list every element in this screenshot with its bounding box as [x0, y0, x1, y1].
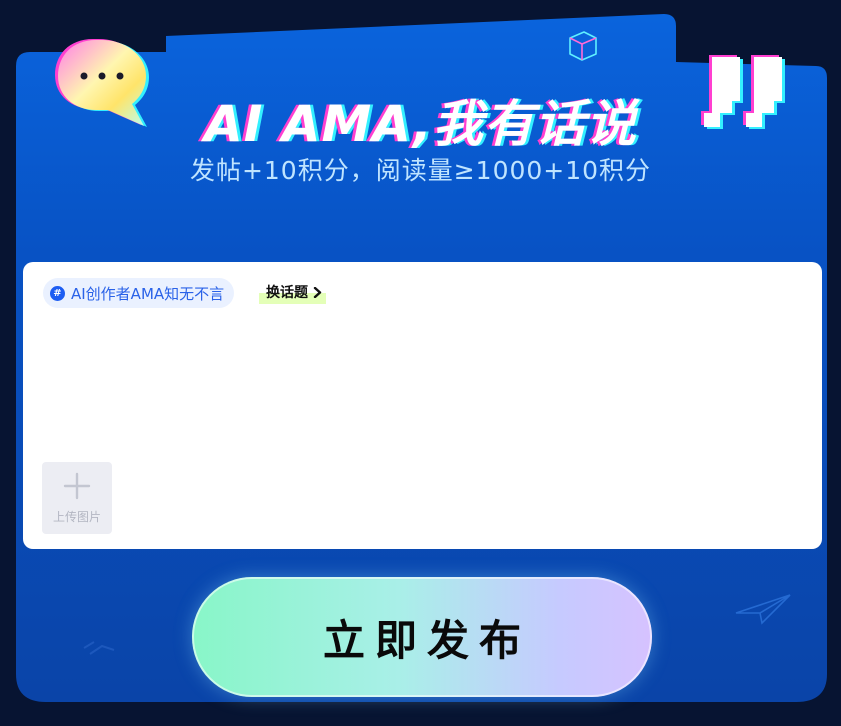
- chevron-right-icon: [313, 286, 322, 298]
- cube-icon: [569, 31, 597, 61]
- pixel-quote-icon: [701, 55, 785, 129]
- plus-icon: [63, 472, 91, 500]
- hashtag-icon: #: [50, 285, 65, 301]
- topic-label: AI创作者AMA知无不言: [71, 284, 225, 303]
- post-editor[interactable]: # AI创作者AMA知无不言 换话题 上传图片: [23, 262, 822, 549]
- switch-topic-button[interactable]: 换话题: [259, 280, 326, 304]
- sparkle-icon: [83, 641, 115, 655]
- switch-topic-label: 换话题: [266, 285, 308, 301]
- publish-button-label: 立即发布: [322, 616, 531, 664]
- paper-plane-icon: [735, 594, 791, 625]
- topic-tag[interactable]: # AI创作者AMA知无不言: [43, 278, 235, 308]
- publish-button[interactable]: 立即发布: [192, 577, 652, 697]
- banner-subtitle: 发帖+10积分，阅读量≥1000+10积分: [189, 156, 652, 185]
- upload-image-button[interactable]: 上传图片: [42, 462, 112, 534]
- upload-image-label: 上传图片: [52, 510, 101, 524]
